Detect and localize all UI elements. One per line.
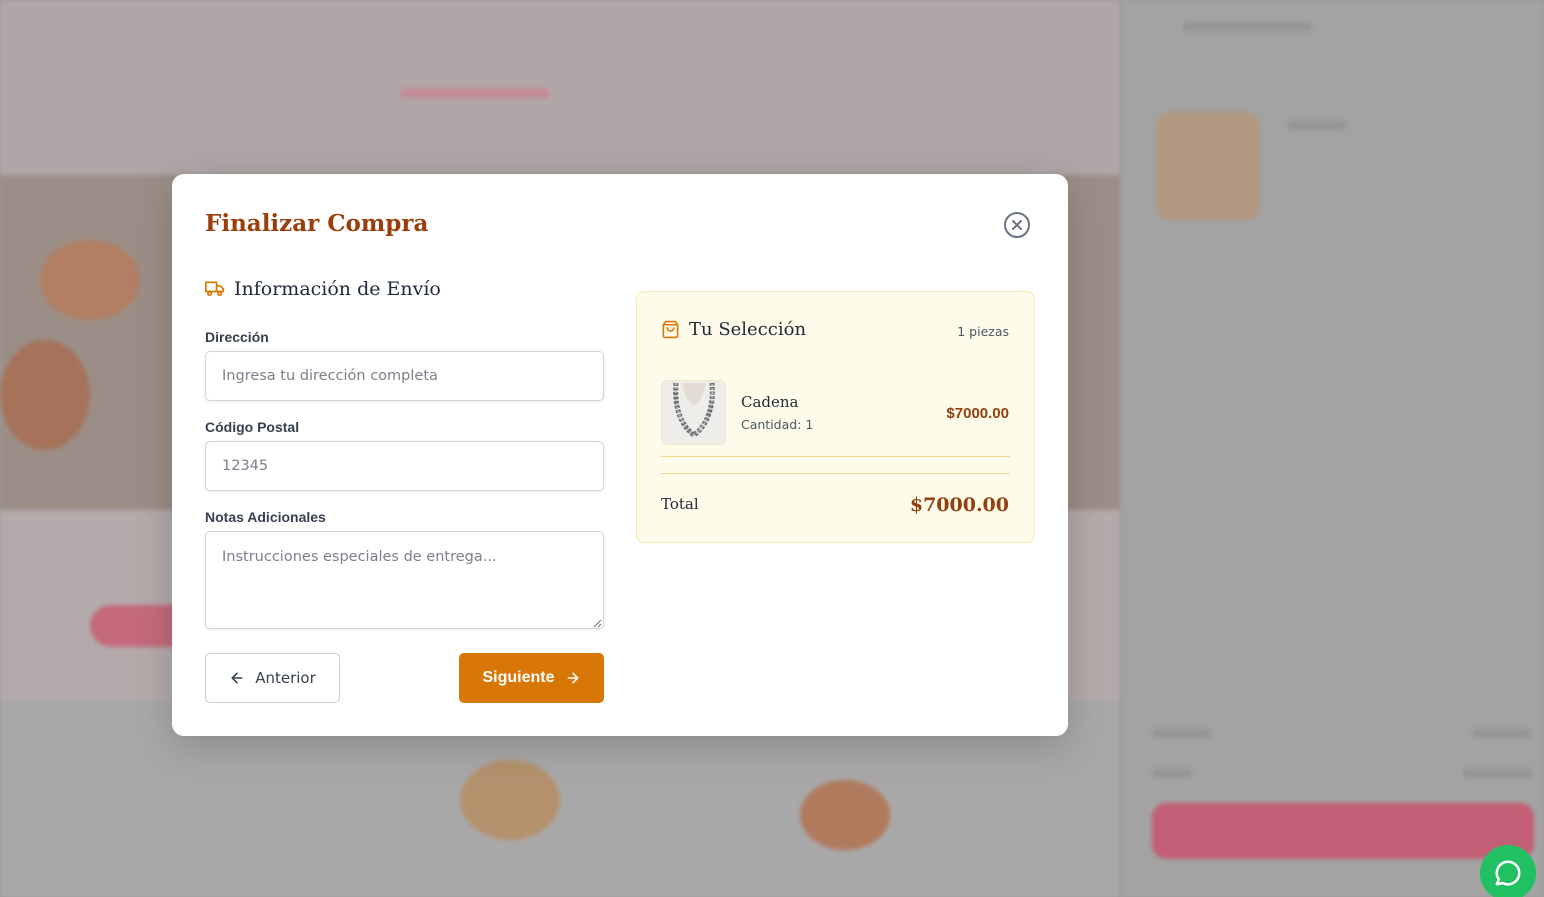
notes-label: Notas Adicionales (205, 509, 326, 525)
divider (661, 473, 1010, 474)
arrow-right-icon (567, 672, 578, 684)
summary-heading: Tu Selección (661, 319, 806, 340)
postal-code-label: Código Postal (205, 419, 300, 435)
shipping-heading: Información de Envío (234, 278, 441, 300)
total-label: Total (661, 495, 699, 513)
shopping-bag-icon (662, 320, 679, 339)
total-value: $7000.00 (909, 494, 1009, 516)
previous-button[interactable]: Anterior (205, 653, 340, 703)
background-cart-panel (1122, 0, 1544, 897)
postal-code-input[interactable] (205, 441, 604, 491)
previous-button-label: Anterior (255, 669, 316, 687)
item-name: Cadena (741, 393, 799, 411)
shipping-section-heading: Información de Envío (205, 278, 441, 300)
notes-textarea[interactable] (205, 531, 604, 629)
next-button-label: Siguiente (482, 669, 555, 686)
truck-icon (205, 281, 225, 297)
whatsapp-icon (1495, 860, 1521, 886)
address-input[interactable] (205, 351, 604, 401)
modal-title: Finalizar Compra (205, 210, 429, 237)
necklace-image (662, 381, 725, 444)
item-price: $7000.00 (946, 405, 1009, 422)
divider (661, 456, 1010, 457)
item-thumbnail (661, 380, 726, 445)
close-icon (1012, 220, 1022, 230)
checkout-modal: Finalizar Compra Información de Envío Di… (172, 174, 1068, 736)
address-label: Dirección (205, 329, 269, 345)
summary-heading-text: Tu Selección (689, 319, 807, 340)
resize-grip-icon[interactable] (592, 618, 602, 628)
arrow-left-icon (231, 672, 243, 684)
next-button[interactable]: Siguiente (459, 653, 604, 703)
whatsapp-button[interactable] (1480, 845, 1536, 897)
item-quantity: Cantidad: 1 (741, 417, 814, 432)
piece-count: 1 piezas (957, 324, 1009, 339)
order-summary-card: Tu Selección 1 piezas Cadena Cantidad: 1… (636, 291, 1035, 543)
close-button[interactable] (1004, 212, 1030, 238)
